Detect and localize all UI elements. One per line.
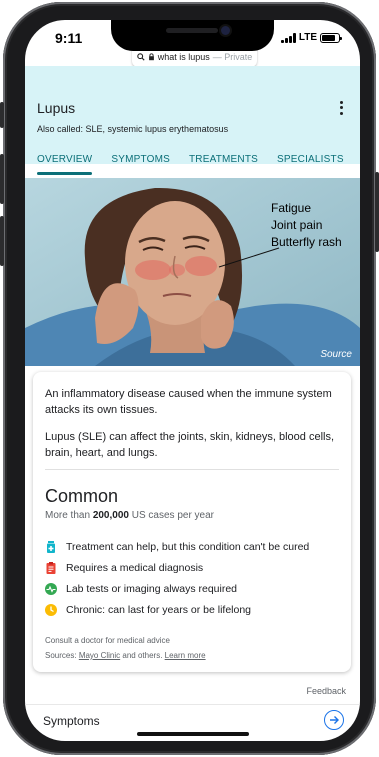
also-called: Also called: SLE, systemic lupus erythem… [37,124,229,134]
power-button [375,172,379,252]
cases-count: 200,000 [92,510,129,521]
speaker [166,28,218,33]
network-label: LTE [298,32,317,43]
tab-symptoms[interactable]: SYMPTOMS [111,154,170,165]
consult-note: Consult a doctor for medical advice [45,636,170,645]
fact-text: Lab tests or imaging always required [66,582,238,595]
notch [111,20,274,51]
lupus-illustration[interactable]: Fatigue Joint pain Butterfly rash Source [25,178,360,366]
screen: 9:11 LTE what is lupus — Private Lupus A… [25,20,360,741]
sources-line: Sources: Mayo Clinic and others. Learn m… [45,651,206,660]
tab-overview[interactable]: OVERVIEW [37,154,93,175]
signal-icon [280,32,296,43]
cases-prefix: More than [45,510,91,521]
lock-icon [148,53,154,61]
page-title: Lupus [37,100,76,116]
volume-down-button [0,216,4,266]
url-query: what is lupus [157,52,210,62]
image-source-link[interactable]: Source [320,349,352,360]
fact-text: Requires a medical diagnosis [66,561,204,574]
learn-more-link[interactable]: Learn more [165,651,206,660]
card-divider [45,469,339,470]
clock-icon [45,603,57,616]
fact-item: Chronic: can last for years or be lifelo… [45,599,345,620]
tab-specialists[interactable]: SPECIALISTS [277,154,344,165]
fact-item: Lab tests or imaging always required [45,578,345,599]
battery-icon [320,32,342,43]
section-divider [25,704,360,705]
description-text: An inflammatory disease caused when the … [45,388,332,416]
tab-treatments[interactable]: TREATMENTS [189,154,258,165]
fact-item: Treatment can help, but this condition c… [45,536,345,557]
cases-per-year: More than 200,000 US cases per year [45,510,214,521]
arrow-right-icon [330,716,339,724]
fact-item: Requires a medical diagnosis [45,557,345,578]
fact-text: Chronic: can last for years or be lifelo… [66,603,252,616]
clipboard-icon [46,561,56,574]
symptoms-section-title[interactable]: Symptoms [43,714,100,728]
status-indicators: LTE [280,32,342,43]
fact-text: Treatment can help, but this condition c… [66,540,310,553]
label-joint-pain: Joint pain [271,218,323,232]
knowledge-panel-header: Lupus Also called: SLE, systemic lupus e… [25,66,360,175]
status-time: 9:11 [55,30,83,46]
feedback-link[interactable]: Feedback [306,686,346,696]
sources-middle: and others. [122,651,163,660]
label-fatigue: Fatigue [271,201,312,215]
private-label: — Private [212,52,253,62]
cases-suffix: US cases per year [131,510,215,521]
sources-prefix: Sources: [45,651,77,660]
home-indicator[interactable] [137,732,249,736]
phone-frame: 9:11 LTE what is lupus — Private Lupus A… [0,2,379,755]
affected-organs-text: Lupus (SLE) can affect the joints, skin,… [45,431,335,459]
more-options-icon[interactable] [336,100,346,116]
search-icon [136,53,145,61]
volume-up-button [0,154,4,204]
mayo-clinic-link[interactable]: Mayo Clinic [79,651,120,660]
silent-switch [0,102,4,128]
condition-info-card: An inflammatory disease caused when the … [33,372,351,672]
medicine-bottle-icon [47,540,55,553]
prevalence-title: Common [45,486,119,506]
symptoms-arrow-button[interactable] [324,710,344,730]
facts-list: Treatment can help, but this condition c… [45,536,345,620]
illustration-labels: Fatigue Joint pain Butterfly rash [271,200,342,251]
label-butterfly-rash: Butterfly rash [271,235,342,249]
tab-bar: OVERVIEW SYMPTOMS TREATMENTS SPECIALISTS [37,154,360,175]
heartbeat-icon [45,582,57,595]
front-camera [221,26,230,35]
